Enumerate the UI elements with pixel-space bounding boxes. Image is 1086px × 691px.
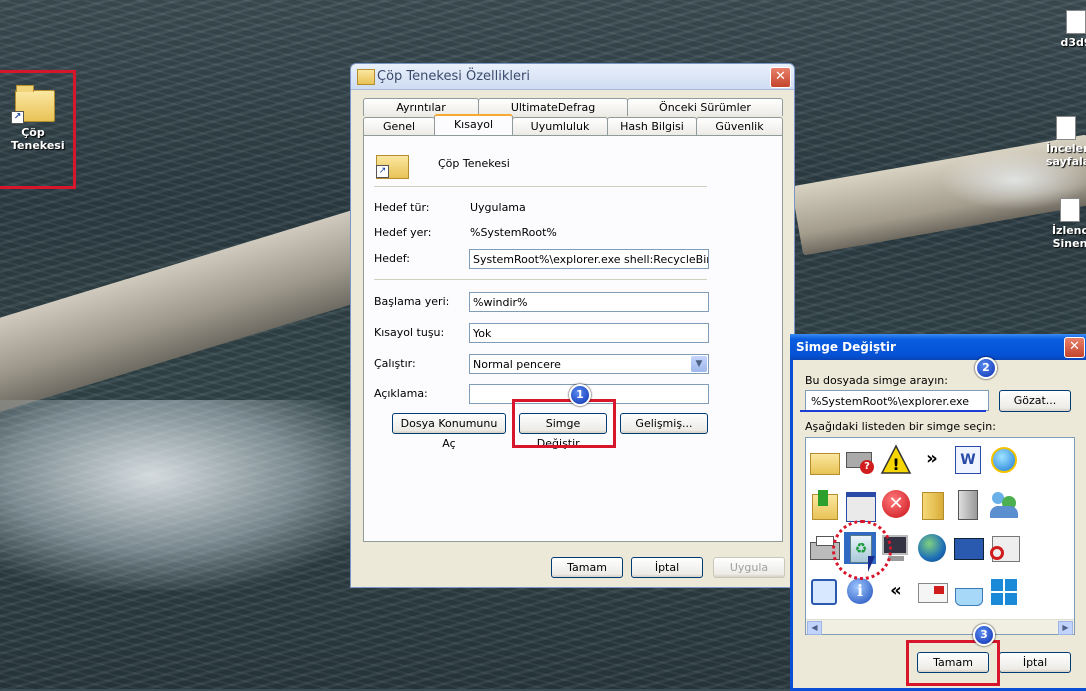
upload-icon[interactable] bbox=[808, 488, 840, 520]
info-icon[interactable]: i bbox=[844, 576, 876, 608]
divider bbox=[374, 186, 707, 187]
mouse-cursor-icon bbox=[868, 556, 875, 572]
document-icon bbox=[1060, 198, 1080, 222]
folder-icon bbox=[357, 69, 375, 85]
desktop-icon-inceleme[interactable]: İnceler sayfala bbox=[1046, 116, 1086, 168]
run-select-value: Normal pencere bbox=[473, 358, 561, 371]
double-chevron-right-icon[interactable]: » bbox=[916, 444, 948, 476]
scroll-right-icon[interactable]: ▶ bbox=[1058, 621, 1073, 635]
document-icon bbox=[1056, 116, 1076, 140]
properties-window: Çöp Tenekesi Özellikleri ✕ Ayrıntılar Ul… bbox=[350, 63, 795, 588]
apply-button: Uygula bbox=[713, 557, 785, 578]
start-in-input[interactable]: %windir% bbox=[469, 292, 709, 312]
ie-globe-icon[interactable] bbox=[988, 444, 1020, 476]
highlight-circle-recycle-icon bbox=[832, 520, 892, 580]
target-location-value: %SystemRoot% bbox=[470, 226, 557, 239]
ok-button[interactable]: Tamam bbox=[551, 557, 623, 578]
globe-icon[interactable] bbox=[916, 532, 948, 564]
tab-onceki-surumler[interactable]: Önceki Sürümler bbox=[627, 98, 783, 116]
run-select[interactable]: Normal pencere ▼ bbox=[469, 354, 709, 374]
desktop-icon-label: İzlenc Sinen bbox=[1051, 224, 1086, 250]
step-badge-3: 3 bbox=[973, 624, 995, 646]
start-in-label: Başlama yeri: bbox=[374, 295, 450, 308]
title-bar[interactable]: Çöp Tenekesi Özellikleri ✕ bbox=[351, 64, 794, 90]
tab-panel-kisayol: ↗ Çöp Tenekesi Hedef tür: Uygulama Hedef… bbox=[363, 135, 783, 542]
printer-help-icon[interactable]: ? bbox=[844, 444, 876, 476]
close-button[interactable]: ✕ bbox=[1064, 337, 1085, 358]
title-bar[interactable]: Simge Değiştir ✕ bbox=[790, 334, 1086, 360]
red-x-icon[interactable]: ✕ bbox=[880, 488, 912, 520]
tab-genel[interactable]: Genel bbox=[363, 117, 435, 135]
folder-icon[interactable] bbox=[808, 444, 840, 476]
highlight-box-change-icon bbox=[512, 399, 616, 448]
folder-icon: ↗ bbox=[376, 150, 409, 179]
horizontal-scrollbar[interactable]: ◀ ▶ bbox=[806, 619, 1074, 635]
dialog-title: Simge Değiştir bbox=[796, 340, 896, 354]
windows-logo-icon[interactable] bbox=[988, 576, 1020, 608]
cancel-button[interactable]: İptal bbox=[631, 557, 703, 578]
target-location-label: Hedef yer: bbox=[374, 226, 432, 239]
tab-uyumluluk[interactable]: Uyumluluk bbox=[512, 117, 608, 135]
shopping-basket-icon[interactable] bbox=[952, 576, 984, 608]
svg-text:!: ! bbox=[892, 455, 899, 474]
scroll-left-icon[interactable]: ◀ bbox=[807, 621, 822, 635]
cancel-button[interactable]: İptal bbox=[999, 652, 1071, 673]
desktop-icon-izlence[interactable]: İzlenc Sinen bbox=[1050, 198, 1086, 250]
shortcut-key-label: Kısayol tuşu: bbox=[374, 326, 445, 339]
desktop-icon-label: İnceler sayfala bbox=[1046, 142, 1086, 168]
computer-tower-icon[interactable] bbox=[952, 488, 984, 520]
desktop-icon-recycle-bin[interactable]: ↗ Çöp Tenekesi bbox=[0, 84, 68, 152]
double-chevron-left-icon[interactable]: « bbox=[880, 576, 912, 608]
browse-button[interactable]: Gözat... bbox=[999, 390, 1071, 412]
comment-label: Açıklama: bbox=[374, 387, 428, 400]
select-label: Aşağıdaki listeden bir simge seçin: bbox=[805, 420, 996, 433]
program-window-icon[interactable] bbox=[844, 488, 876, 522]
divider bbox=[374, 279, 707, 280]
chevron-down-icon[interactable]: ▼ bbox=[691, 356, 707, 372]
water-spray bbox=[0, 400, 380, 590]
desktop-icon-label: Çöp Tenekesi bbox=[11, 126, 65, 152]
tab-hash-bilgisi[interactable]: Hash Bilgisi bbox=[607, 117, 697, 135]
target-input[interactable]: SystemRoot%\explorer.exe shell:RecycleBi… bbox=[469, 249, 709, 269]
blocked-window-icon[interactable] bbox=[988, 532, 1020, 564]
advanced-button[interactable]: Gelişmiş... bbox=[620, 413, 708, 434]
mail-icon[interactable] bbox=[916, 576, 948, 608]
users-icon[interactable] bbox=[988, 488, 1020, 520]
document-icon bbox=[1066, 10, 1086, 34]
change-icon-dialog: Simge Değiştir ✕ Bu dosyada simge arayın… bbox=[790, 334, 1086, 691]
network-window-icon[interactable] bbox=[952, 532, 984, 564]
highlight-box-ok bbox=[906, 640, 1000, 686]
underline-annotation bbox=[800, 410, 986, 412]
search-label: Bu dosyada simge arayın: bbox=[805, 374, 948, 387]
open-file-location-button[interactable]: Dosya Konumunu Aç bbox=[392, 413, 506, 450]
run-label: Çalıştır: bbox=[374, 357, 416, 370]
icon-file-input[interactable]: %SystemRoot%\explorer.exe bbox=[805, 390, 989, 411]
desktop-icon-d3d9[interactable]: d3d9 bbox=[1056, 10, 1086, 49]
item-name: Çöp Tenekesi bbox=[438, 157, 510, 170]
folder-yellow-icon[interactable] bbox=[916, 488, 948, 520]
step-badge-2: 2 bbox=[975, 357, 997, 379]
tab-guvenlik[interactable]: Güvenlik bbox=[696, 117, 783, 135]
desktop-icon-label: d3d9 bbox=[1060, 36, 1086, 49]
upload-box-icon[interactable] bbox=[808, 576, 840, 608]
window-title: Çöp Tenekesi Özellikleri bbox=[377, 69, 530, 84]
close-button[interactable]: ✕ bbox=[770, 67, 791, 88]
tab-kisayol[interactable]: Kısayol bbox=[434, 114, 513, 135]
folder-icon: ↗ bbox=[11, 84, 55, 124]
step-badge-1: 1 bbox=[569, 384, 591, 406]
word-doc-icon[interactable]: W bbox=[952, 444, 984, 476]
shortcut-key-input[interactable]: Yok bbox=[469, 323, 709, 343]
target-type-label: Hedef tür: bbox=[374, 201, 430, 214]
warning-icon[interactable]: ! bbox=[880, 444, 912, 476]
target-label: Hedef: bbox=[374, 252, 410, 265]
target-type-value: Uygulama bbox=[470, 201, 526, 214]
